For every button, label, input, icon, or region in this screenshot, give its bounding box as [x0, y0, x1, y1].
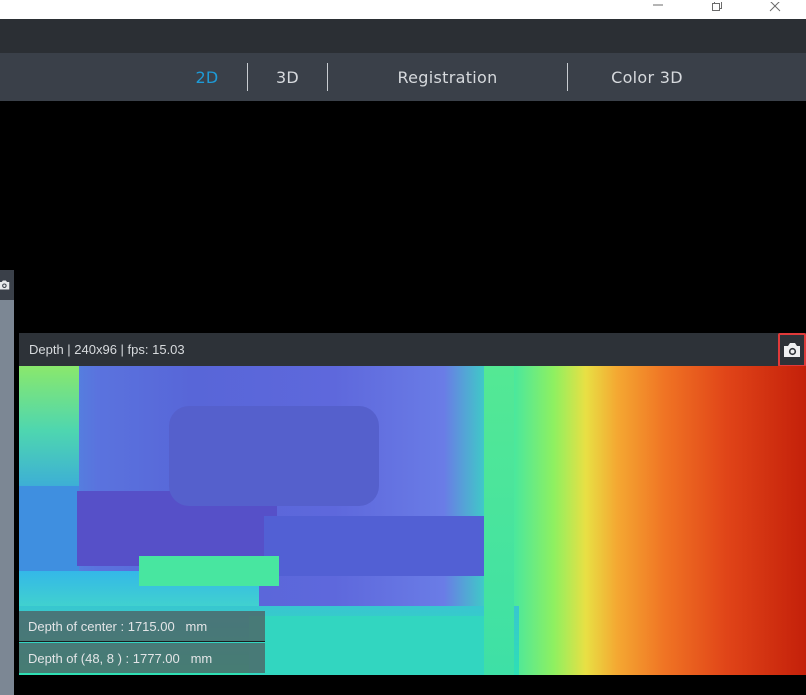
close-button[interactable]: [765, 0, 785, 14]
point-depth-readout: Depth of (48, 8 ) : 1777.00 mm: [19, 643, 265, 673]
depth-region: [484, 366, 514, 675]
toolbar-strip: [0, 19, 806, 53]
minimize-button[interactable]: [648, 0, 668, 14]
depth-panel-title: Depth | 240x96 | fps: 15.03: [29, 342, 185, 357]
window-title-bar: [0, 0, 806, 19]
depth-region: [19, 486, 79, 581]
depth-region: [249, 616, 509, 675]
bottom-area: [19, 675, 806, 695]
depth-region: [139, 556, 279, 586]
depth-panel-header: Depth | 240x96 | fps: 15.03: [19, 333, 806, 367]
minimize-icon: [653, 4, 663, 6]
tab-3d[interactable]: 3D: [248, 53, 327, 101]
close-icon: [769, 2, 781, 12]
view-tab-bar: 2D 3D Registration Color 3D: [0, 53, 806, 101]
readout-divider: [19, 641, 265, 642]
tab-registration[interactable]: Registration: [328, 53, 567, 101]
left-panel-header: [0, 270, 14, 300]
restore-icon: [712, 2, 722, 11]
camera-icon[interactable]: [0, 279, 10, 291]
tab-2d[interactable]: 2D: [167, 53, 247, 101]
center-depth-readout: Depth of center : 1715.00 mm: [19, 611, 265, 641]
left-panel-view: [0, 300, 14, 695]
tab-color-3d[interactable]: Color 3D: [568, 53, 726, 101]
restore-button[interactable]: [706, 0, 726, 14]
depth-region: [169, 406, 379, 506]
snapshot-button[interactable]: [778, 333, 806, 367]
depth-region: [264, 516, 489, 576]
depth-region: [19, 366, 79, 496]
depth-image-view[interactable]: Depth of center : 1715.00 mm Depth of (4…: [19, 366, 806, 675]
depth-stream-panel: Depth | 240x96 | fps: 15.03 Depth of cen…: [19, 333, 806, 675]
camera-icon: [784, 343, 800, 357]
